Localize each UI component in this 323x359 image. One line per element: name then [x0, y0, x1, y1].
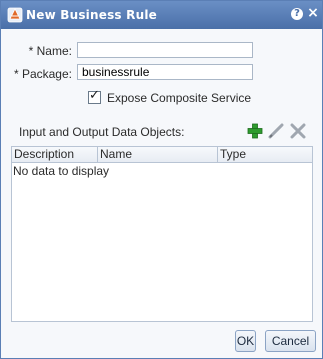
- name-label: * Name:: [28, 44, 72, 58]
- dialog-titlebar[interactable]: New Business Rule ? ×: [1, 1, 322, 29]
- data-objects-table: Description Name Type No data to display: [11, 146, 313, 322]
- package-label: * Package:: [13, 67, 72, 81]
- edit-icon[interactable]: [267, 122, 285, 140]
- ok-button[interactable]: OK: [235, 330, 256, 352]
- help-icon[interactable]: ?: [291, 8, 303, 20]
- column-header-description[interactable]: Description: [12, 147, 98, 162]
- empty-message: No data to display: [13, 164, 110, 178]
- data-objects-label: Input and Output Data Objects:: [19, 125, 185, 139]
- expose-composite-service-checkbox[interactable]: ✓: [88, 88, 101, 104]
- new-business-rule-dialog: New Business Rule ? × * Name: * Package:…: [0, 0, 323, 359]
- table-header: Description Name Type: [12, 147, 312, 163]
- delete-icon[interactable]: [289, 122, 307, 140]
- checkmark-icon: ✓: [89, 88, 100, 103]
- rule-icon: [7, 7, 23, 23]
- name-field[interactable]: [77, 42, 253, 58]
- close-icon[interactable]: ×: [306, 6, 320, 20]
- cancel-button[interactable]: Cancel: [265, 330, 316, 352]
- column-header-type[interactable]: Type: [218, 147, 312, 162]
- dialog-title: New Business Rule: [26, 8, 157, 22]
- package-field[interactable]: [77, 64, 253, 80]
- add-icon[interactable]: [246, 122, 264, 140]
- expose-composite-service-label[interactable]: Expose Composite Service: [107, 91, 251, 105]
- column-header-name[interactable]: Name: [98, 147, 218, 162]
